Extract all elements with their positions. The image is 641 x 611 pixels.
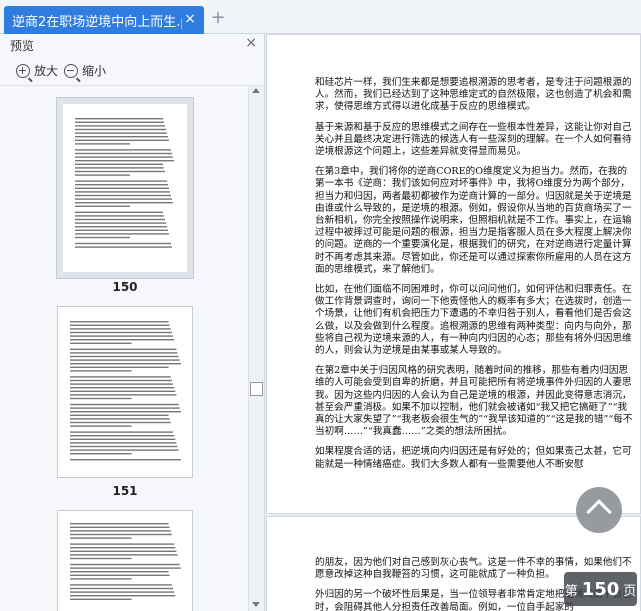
thumbnail-label: 150: [112, 280, 138, 294]
sidebar-title: 预览: [10, 39, 35, 53]
zoom-out-icon: [64, 63, 81, 83]
chevron-up-icon: [586, 499, 612, 525]
zoom-toolbar: 放大 缩小: [0, 56, 265, 86]
paragraph: 在第3章中，我们将你的逆商CORE的O维度定义为担当力。然而，在我的第一本书《逆…: [315, 166, 632, 275]
back-to-top-button[interactable]: [576, 487, 622, 533]
tab-bar: 逆商2在职场逆境中向上而生.pdf × +: [0, 0, 641, 34]
paragraph: 基于来源和基于反应的思维模式之间存在一些根本性差异，这能让你对自己关心并且最终决…: [315, 121, 632, 158]
zoom-out-button[interactable]: 缩小: [64, 62, 107, 83]
paragraph: 比如，在他们面临不同困难时，你可以问问他们，如何评估和归罪责任。在做工作背景调查…: [315, 284, 632, 357]
zoom-in-icon: [16, 63, 33, 83]
current-page-number: 150: [581, 578, 620, 600]
page-thumbnail-152[interactable]: [57, 510, 193, 611]
sidebar-close-icon[interactable]: ×: [245, 35, 257, 51]
zoom-out-label: 缩小: [82, 64, 107, 78]
paragraph: 如果程度合适的话，把逆境向内归因还是有好处的；但如果责己太甚，它可能就是一种情绪…: [315, 446, 632, 470]
thumbnail-text-lines: [75, 118, 174, 248]
thumbnail-list: 150 151: [0, 86, 248, 611]
thumbnail-text-lines: [70, 523, 181, 600]
page-thumbnail-151[interactable]: [57, 306, 193, 478]
scrollbar-thumb[interactable]: [250, 382, 263, 396]
paragraph: 在第2章中关于归因风格的研究表明，随着时间的推移，那些有着内归因思维的人可能会受…: [315, 365, 633, 438]
thumbnail-label: 151: [112, 484, 138, 498]
tab-title: 逆商2在职场逆境中向上而生.pdf: [12, 14, 182, 30]
pdf-reader-window: 逆商2在职场逆境中向上而生.pdf × + 预览 × 放大 缩小: [0, 0, 641, 611]
scroll-up-icon[interactable]: [252, 88, 260, 93]
page-thumbnail-150[interactable]: [57, 98, 193, 278]
paragraph: 和硅芯片一样，我们生来都是想要追根溯源的思考者，是专注于问题根源的人。然而，我们…: [315, 77, 632, 113]
page-body: 和硅芯片一样，我们生来都是想要追根溯源的思考者，是专注于问题根源的人。然而，我们…: [315, 77, 634, 479]
scroll-down-icon[interactable]: [252, 602, 260, 607]
preview-sidebar: 预览 × 放大 缩小 150 151: [0, 34, 265, 611]
document-tab[interactable]: 逆商2在职场逆境中向上而生.pdf ×: [4, 6, 204, 34]
page-number-badge: 第 150 页: [564, 572, 637, 606]
close-tab-icon[interactable]: ×: [182, 11, 198, 27]
document-page: 和硅芯片一样，我们生来都是想要追根溯源的思考者，是专注于问题根源的人。然而，我们…: [266, 34, 641, 514]
thumbnail-text-lines: [70, 321, 181, 461]
sidebar-scrollbar[interactable]: [248, 86, 264, 611]
zoom-in-label: 放大: [34, 64, 59, 78]
page-badge-prefix: 第: [564, 583, 578, 599]
sidebar-header: 预览 ×: [0, 34, 265, 56]
zoom-in-button[interactable]: 放大: [16, 62, 59, 83]
page-badge-suffix: 页: [623, 583, 637, 599]
new-tab-icon[interactable]: +: [208, 8, 228, 28]
